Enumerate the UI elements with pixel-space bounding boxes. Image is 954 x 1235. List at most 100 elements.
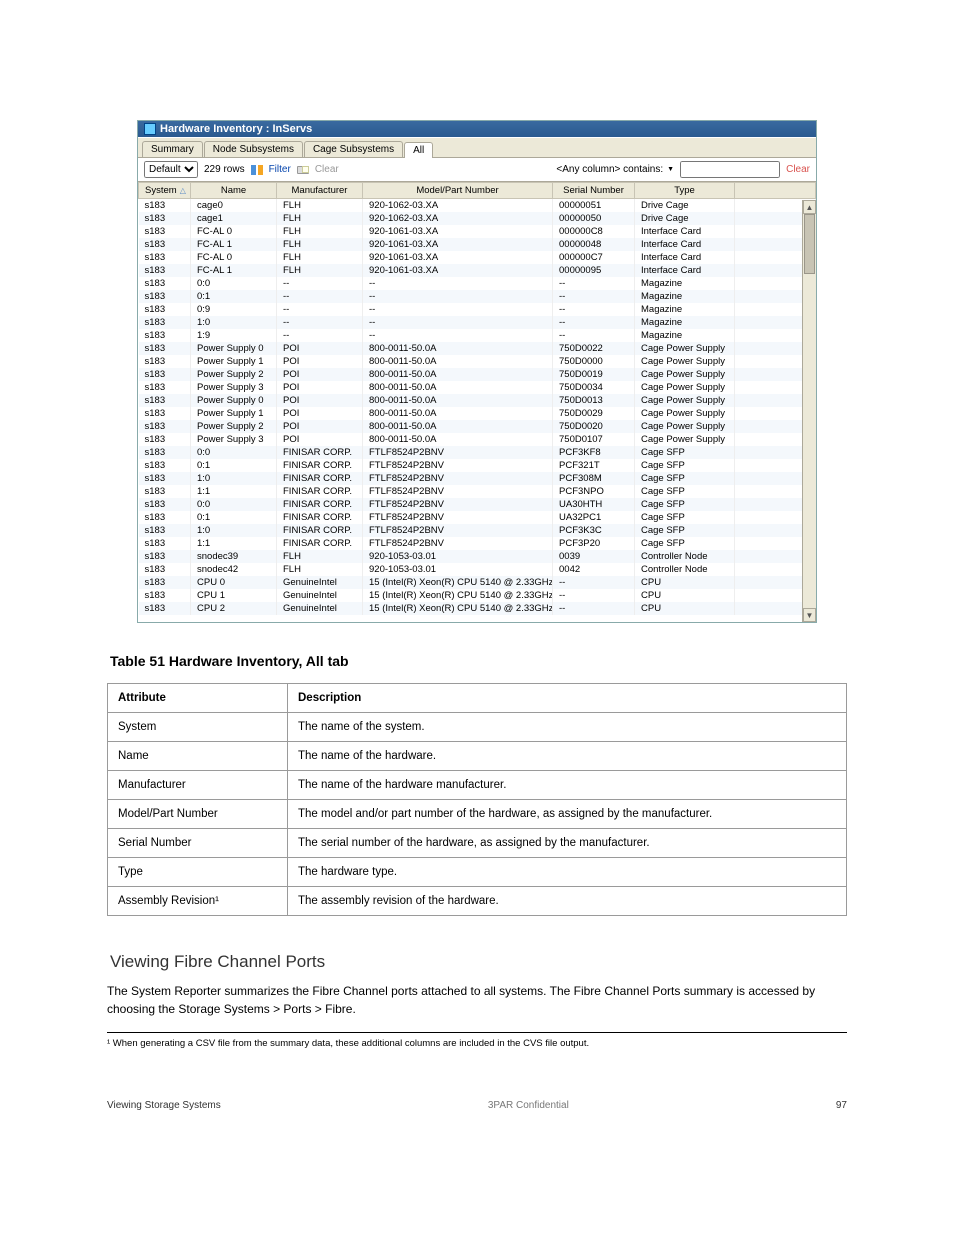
table-row[interactable]: s183Power Supply 2POI800-0011-50.0A750D0… bbox=[139, 368, 816, 381]
table-cell: 00000095 bbox=[553, 264, 635, 277]
table-row[interactable]: s183Power Supply 0POI800-0011-50.0A750D0… bbox=[139, 394, 816, 407]
table-row[interactable]: s1831:0FINISAR CORP.FTLF8524P2BNVPCF3K3C… bbox=[139, 524, 816, 537]
table-cell: Interface Card bbox=[635, 225, 735, 238]
scroll-thumb[interactable] bbox=[804, 214, 815, 274]
clear-search-link[interactable]: Clear bbox=[786, 164, 810, 175]
table-cell: 0039 bbox=[553, 550, 635, 563]
table-cell: s183 bbox=[139, 602, 191, 615]
table-cell: 0:0 bbox=[191, 498, 277, 511]
table-row[interactable]: s183FC-AL 1FLH920-1061-03.XA00000048Inte… bbox=[139, 238, 816, 251]
table-row: SystemThe name of the system. bbox=[108, 713, 847, 742]
table-row[interactable]: s183snodec39FLH920-1053-03.010039Control… bbox=[139, 550, 816, 563]
table-cell: Controller Node bbox=[635, 563, 735, 576]
vertical-scrollbar[interactable]: ▲ ▼ bbox=[802, 200, 816, 622]
footer-page-number: 97 bbox=[836, 1100, 847, 1111]
tab-summary[interactable]: Summary bbox=[142, 141, 203, 157]
table-row[interactable]: s183Power Supply 1POI800-0011-50.0A750D0… bbox=[139, 407, 816, 420]
table-cell: FC-AL 1 bbox=[191, 264, 277, 277]
table-cell: Cage SFP bbox=[635, 485, 735, 498]
table-row[interactable]: s183FC-AL 1FLH920-1061-03.XA00000095Inte… bbox=[139, 264, 816, 277]
table-cell: s183 bbox=[139, 472, 191, 485]
table-row[interactable]: s1831:0------Magazine bbox=[139, 316, 816, 329]
table-cell: Drive Cage bbox=[635, 199, 735, 213]
table-row[interactable]: s183CPU 0GenuineIntel15 (Intel(R) Xeon(R… bbox=[139, 576, 816, 589]
table-cell: POI bbox=[277, 407, 363, 420]
table-row[interactable]: s1831:1FINISAR CORP.FTLF8524P2BNVPCF3P20… bbox=[139, 537, 816, 550]
window-icon bbox=[144, 123, 156, 135]
table-row[interactable]: s1831:0FINISAR CORP.FTLF8524P2BNVPCF308M… bbox=[139, 472, 816, 485]
table-cell: 800-0011-50.0A bbox=[363, 394, 553, 407]
tab-all[interactable]: All bbox=[404, 142, 433, 158]
grid-container: System△NameManufacturerModel/Part Number… bbox=[138, 182, 816, 622]
column-header[interactable]: Manufacturer bbox=[277, 183, 363, 199]
scroll-up-button[interactable]: ▲ bbox=[803, 200, 816, 214]
table-cell: 920-1061-03.XA bbox=[363, 238, 553, 251]
table-row[interactable]: s1830:9------Magazine bbox=[139, 303, 816, 316]
table-row[interactable]: s1830:0FINISAR CORP.FTLF8524P2BNVPCF3KF8… bbox=[139, 446, 816, 459]
table-row: Serial NumberThe serial number of the ha… bbox=[108, 829, 847, 858]
table-cell: 0042 bbox=[553, 563, 635, 576]
table-row[interactable]: s1830:1FINISAR CORP.FTLF8524P2BNVPCF321T… bbox=[139, 459, 816, 472]
table-cell: FTLF8524P2BNV bbox=[363, 537, 553, 550]
table-cell: UA30HTH bbox=[553, 498, 635, 511]
table-row[interactable]: s1831:1FINISAR CORP.FTLF8524P2BNVPCF3NPO… bbox=[139, 485, 816, 498]
table-cell: 0:0 bbox=[191, 277, 277, 290]
table-cell: 750D0034 bbox=[553, 381, 635, 394]
column-header[interactable]: Model/Part Number bbox=[363, 183, 553, 199]
table-cell: FC-AL 1 bbox=[191, 238, 277, 251]
table-cell: Interface Card bbox=[635, 264, 735, 277]
search-input[interactable] bbox=[680, 161, 780, 178]
table-row[interactable]: s1830:1------Magazine bbox=[139, 290, 816, 303]
table-row[interactable]: s183CPU 1GenuineIntel15 (Intel(R) Xeon(R… bbox=[139, 589, 816, 602]
table-cell: 750D0019 bbox=[553, 368, 635, 381]
table-cell: -- bbox=[363, 329, 553, 342]
table-row[interactable]: s1830:1FINISAR CORP.FTLF8524P2BNVUA32PC1… bbox=[139, 511, 816, 524]
column-header[interactable]: Type bbox=[635, 183, 735, 199]
table-row[interactable]: s183FC-AL 0FLH920-1061-03.XA000000C8Inte… bbox=[139, 225, 816, 238]
table-cell: POI bbox=[277, 420, 363, 433]
table-row[interactable]: s1831:9------Magazine bbox=[139, 329, 816, 342]
table-cell: snodec39 bbox=[191, 550, 277, 563]
table-cell: 920-1061-03.XA bbox=[363, 225, 553, 238]
table-row: Model/Part NumberThe model and/or part n… bbox=[108, 800, 847, 829]
table-row[interactable]: s1830:0FINISAR CORP.FTLF8524P2BNVUA30HTH… bbox=[139, 498, 816, 511]
table-row[interactable]: s183cage1FLH920-1062-03.XA00000050Drive … bbox=[139, 212, 816, 225]
table-cell: Power Supply 3 bbox=[191, 433, 277, 446]
table-cell: Name bbox=[108, 742, 288, 771]
search-column-dropdown[interactable]: <Any column> contains: bbox=[556, 164, 674, 175]
table-cell: FINISAR CORP. bbox=[277, 446, 363, 459]
table-row[interactable]: s183Power Supply 3POI800-0011-50.0A750D0… bbox=[139, 381, 816, 394]
scroll-down-button[interactable]: ▼ bbox=[803, 608, 816, 622]
table-cell: Cage Power Supply bbox=[635, 342, 735, 355]
table-cell: FLH bbox=[277, 212, 363, 225]
table-row[interactable]: s183Power Supply 0POI800-0011-50.0A750D0… bbox=[139, 342, 816, 355]
table-cell: 750D0013 bbox=[553, 394, 635, 407]
table-row[interactable]: s183Power Supply 2POI800-0011-50.0A750D0… bbox=[139, 420, 816, 433]
table-cell: FTLF8524P2BNV bbox=[363, 498, 553, 511]
table-cell: snodec42 bbox=[191, 563, 277, 576]
table-cell: Magazine bbox=[635, 277, 735, 290]
table-row[interactable]: s183Power Supply 3POI800-0011-50.0A750D0… bbox=[139, 433, 816, 446]
table-row[interactable]: s183cage0FLH920-1062-03.XA00000051Drive … bbox=[139, 199, 816, 213]
table-row[interactable]: s183snodec42FLH920-1053-03.010042Control… bbox=[139, 563, 816, 576]
section-paragraph: The System Reporter summarizes the Fibre… bbox=[107, 982, 847, 1018]
column-header[interactable]: Name bbox=[191, 183, 277, 199]
tab-node-subsystems[interactable]: Node Subsystems bbox=[204, 141, 303, 157]
filter-link[interactable]: Filter bbox=[269, 164, 291, 175]
column-header[interactable]: System△ bbox=[139, 183, 191, 199]
table-row[interactable]: s183Power Supply 1POI800-0011-50.0A750D0… bbox=[139, 355, 816, 368]
table-cell: Cage SFP bbox=[635, 446, 735, 459]
tab-cage-subsystems[interactable]: Cage Subsystems bbox=[304, 141, 403, 157]
scroll-track[interactable] bbox=[803, 214, 816, 608]
table-cell: FTLF8524P2BNV bbox=[363, 485, 553, 498]
table-row: ManufacturerThe name of the hardware man… bbox=[108, 771, 847, 800]
table-row[interactable]: s183FC-AL 0FLH920-1061-03.XA000000C7Inte… bbox=[139, 251, 816, 264]
table-row[interactable]: s1830:0------Magazine bbox=[139, 277, 816, 290]
table-cell: 1:0 bbox=[191, 316, 277, 329]
column-header[interactable]: Serial Number bbox=[553, 183, 635, 199]
view-select[interactable]: Default bbox=[144, 161, 198, 178]
table-row[interactable]: s183CPU 2GenuineIntel15 (Intel(R) Xeon(R… bbox=[139, 602, 816, 615]
table-cell: 800-0011-50.0A bbox=[363, 433, 553, 446]
table-cell: s183 bbox=[139, 537, 191, 550]
table-cell: s183 bbox=[139, 381, 191, 394]
